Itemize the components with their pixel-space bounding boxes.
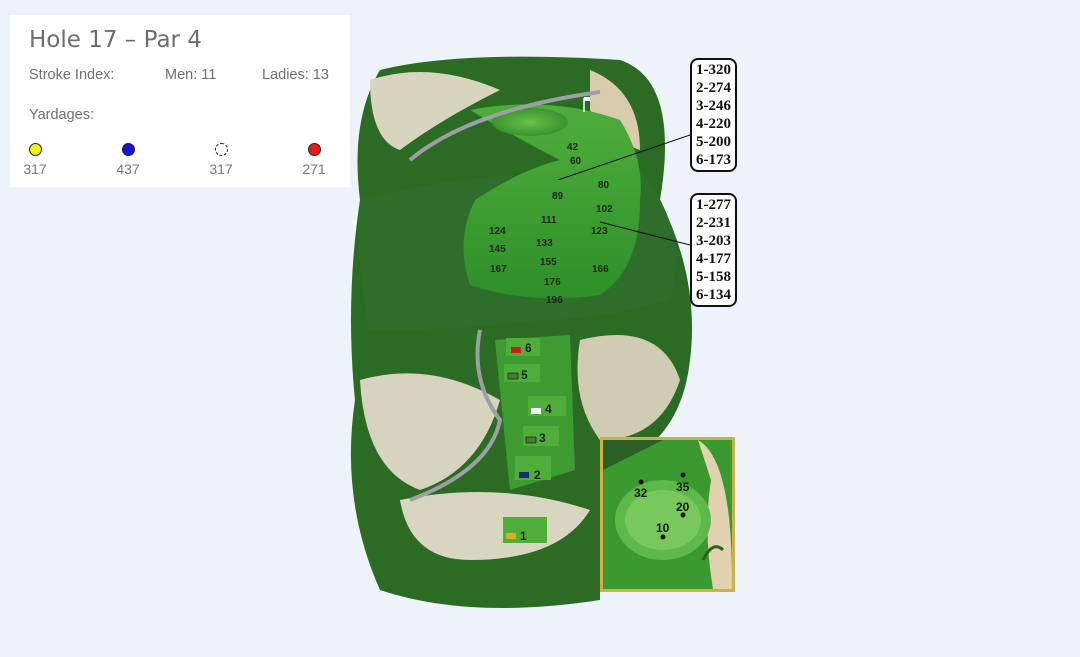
tee-blue: 437: [108, 143, 148, 177]
hole-title: Hole 17 – Par 4: [29, 27, 202, 53]
tee-red-yards: 271: [302, 161, 326, 177]
yardage-box-upper: 1-320 2-274 3-246 4-220 5-200 6-173: [690, 58, 737, 172]
fairway-marker: 42: [567, 142, 579, 153]
green-detail-image: 32 35 20 10: [603, 440, 732, 589]
pin-position-label: 32: [634, 486, 648, 500]
yardage-line: 1-320: [696, 62, 731, 78]
fairway-marker: 124: [489, 226, 506, 237]
fairway-marker: 60: [570, 156, 582, 167]
yellow-tee-icon: [28, 143, 42, 156]
tee-white-yards: 317: [209, 161, 233, 177]
yardage-line: 2-274: [696, 80, 731, 96]
fairway-marker: 80: [598, 180, 610, 191]
tee-white: 317: [201, 143, 241, 177]
pin-position-label: 10: [656, 521, 670, 535]
yardage-line: 5-200: [696, 134, 731, 150]
green-detail-inset: 32 35 20 10: [600, 437, 735, 592]
tee-yellow: 317: [15, 143, 55, 177]
tee-yellow-yards: 317: [23, 161, 47, 177]
yardage-line: 5-158: [696, 269, 731, 285]
tee-blue-yards: 437: [116, 161, 140, 177]
yardage-line: 6-134: [696, 287, 731, 303]
yardage-line: 4-177: [696, 251, 731, 267]
tee-box-number: 4: [545, 402, 552, 416]
yardages-label: Yardages:: [29, 107, 95, 123]
yardage-line: 3-246: [696, 98, 731, 114]
tee-box-number: 2: [534, 468, 541, 482]
blue-tee-icon: [121, 143, 135, 156]
pin-position-label: 35: [676, 480, 690, 494]
red-tee-icon: [307, 143, 321, 156]
stroke-index-ladies: Ladies: 13: [262, 67, 329, 83]
tee-box-number: 3: [539, 431, 546, 445]
yardage-line: 3-203: [696, 233, 731, 249]
fairway-marker: 123: [591, 226, 608, 237]
yardage-line: 2-231: [696, 215, 731, 231]
fairway-marker: 89: [552, 191, 564, 202]
tee-box-number: 6: [525, 341, 532, 355]
white-tee-icon: [214, 143, 228, 156]
yardage-line: 4-220: [696, 116, 731, 132]
yardage-line: 1-277: [696, 197, 731, 213]
fairway-marker: 167: [490, 264, 507, 275]
stroke-index-men: Men: 11: [165, 67, 217, 83]
stroke-index-label: Stroke Index:: [29, 67, 115, 83]
hole-info-card: Hole 17 – Par 4 Stroke Index: Men: 11 La…: [10, 15, 350, 187]
fairway-marker: 155: [540, 257, 557, 268]
fairway-marker: 166: [592, 264, 609, 275]
fairway-marker: 133: [536, 238, 553, 249]
pin-position-label: 20: [676, 500, 690, 514]
fairway-marker: 176: [544, 277, 561, 288]
tee-box-number: 5: [521, 368, 528, 382]
fairway-marker: 196: [546, 295, 563, 306]
tee-red: 271: [294, 143, 334, 177]
fairway-marker: 145: [489, 244, 506, 255]
tee-box-number: 1: [520, 529, 527, 543]
fairway-marker: 102: [596, 204, 613, 215]
fairway-marker: 111: [541, 215, 557, 226]
yardage-line: 6-173: [696, 152, 731, 168]
yardage-box-lower: 1-277 2-231 3-203 4-177 5-158 6-134: [690, 193, 737, 307]
